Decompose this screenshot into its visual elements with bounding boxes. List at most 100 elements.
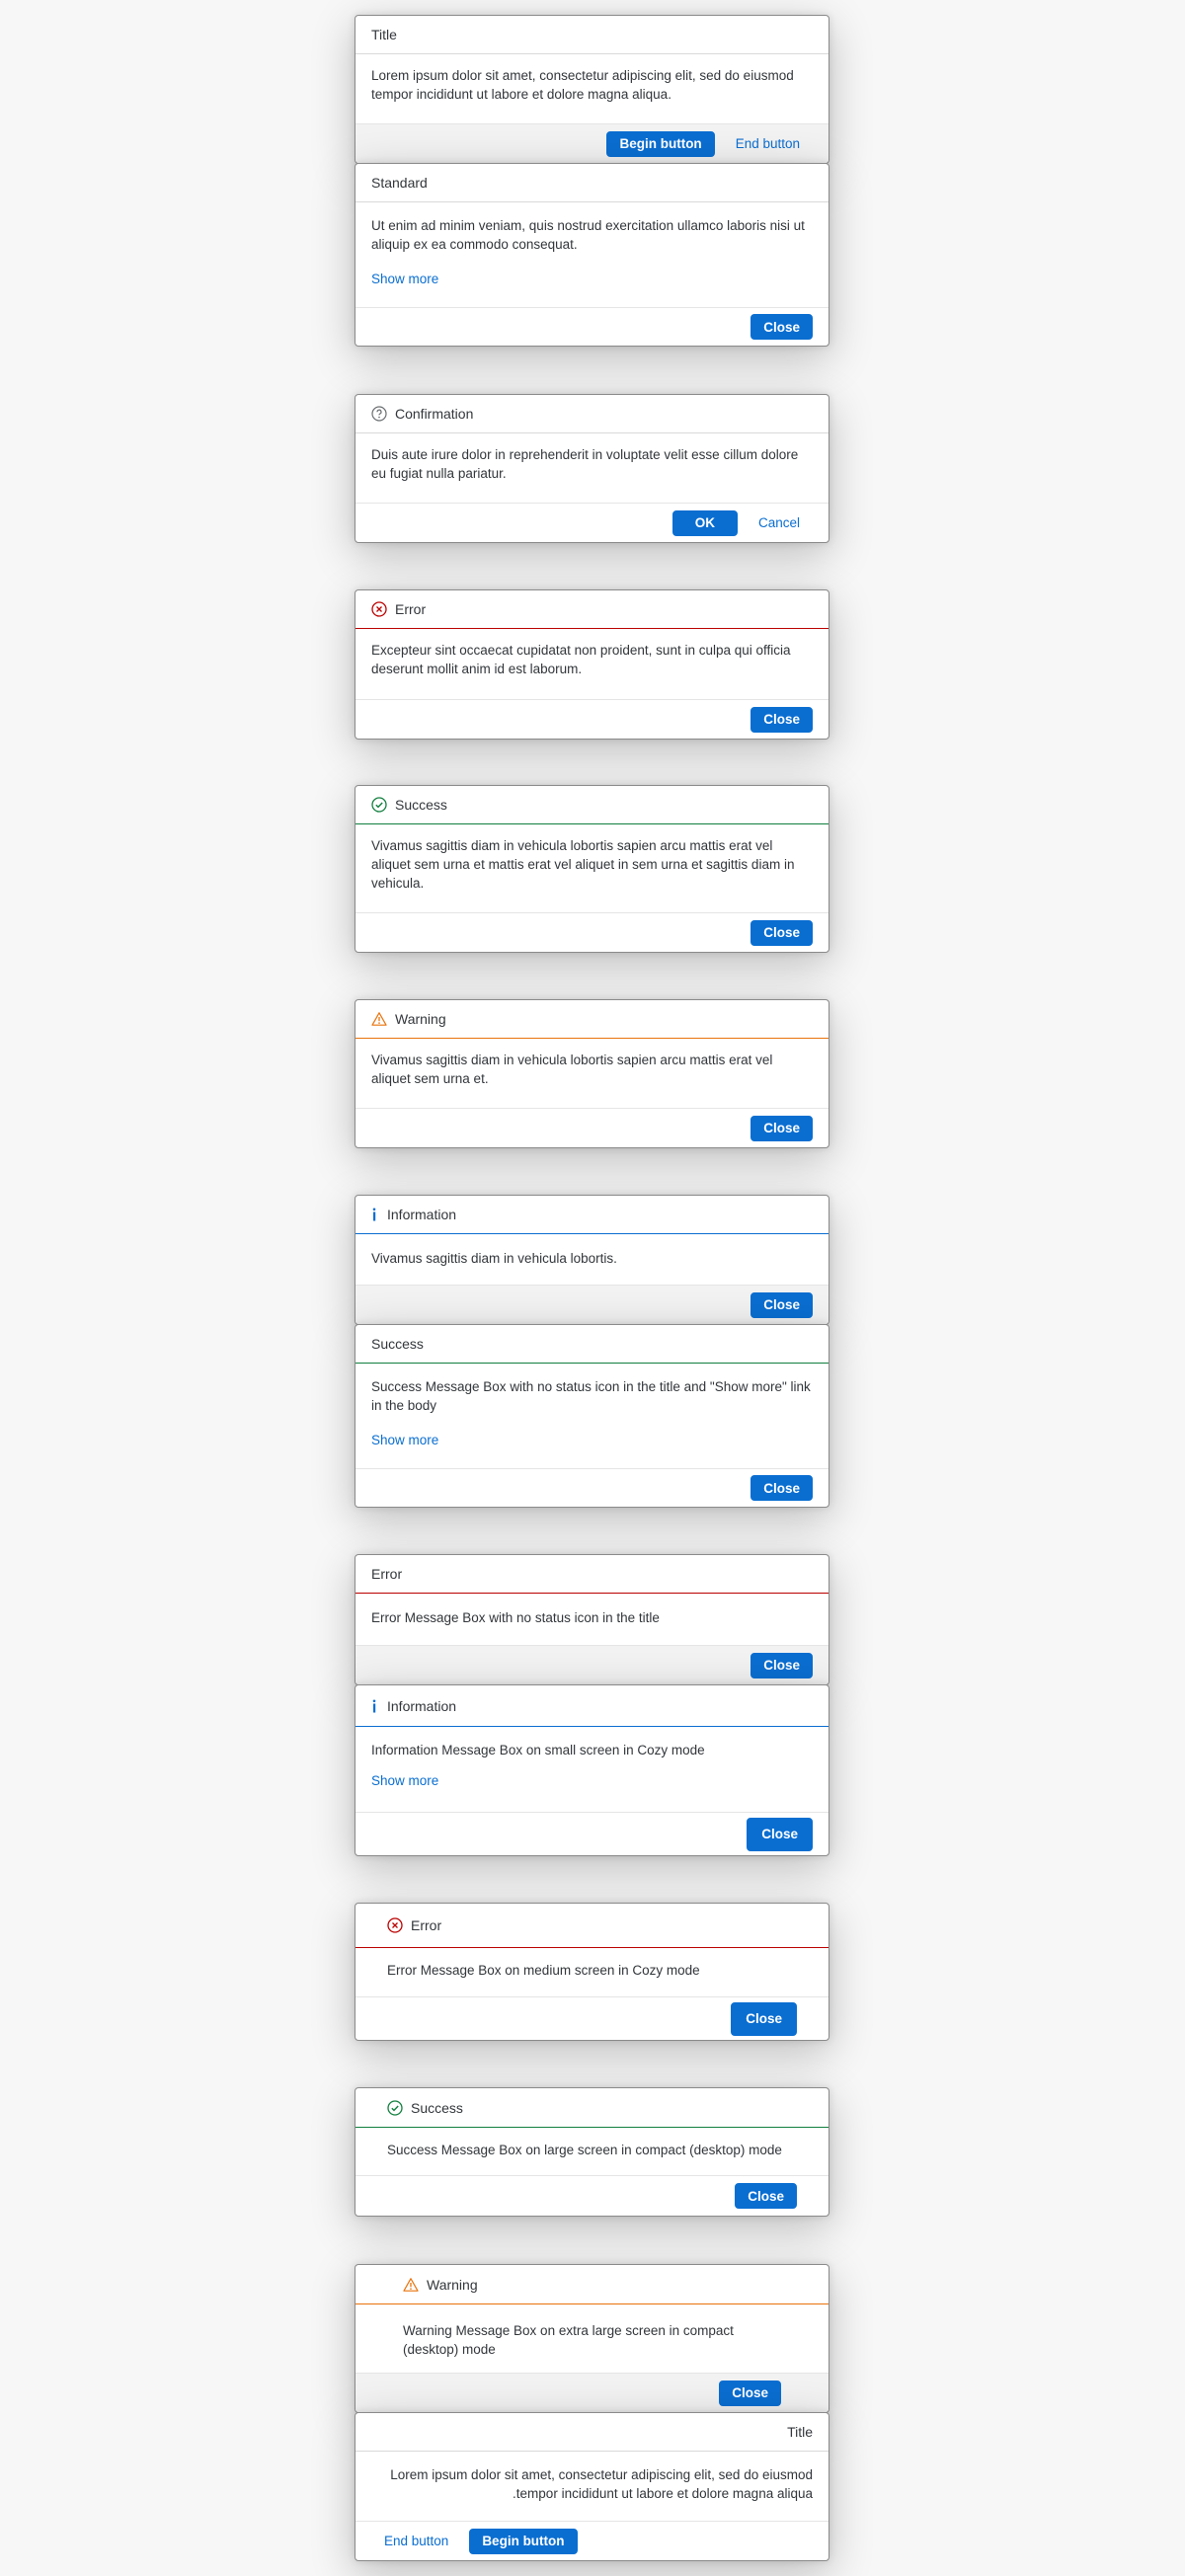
dialog-footer: Begin button End button <box>356 123 829 163</box>
end-button[interactable]: End button <box>371 2529 461 2554</box>
warning-triangle-icon <box>403 2277 419 2293</box>
dialog-body: Lorem ipsum dolor sit amet, consectetur … <box>356 2452 829 2519</box>
dialog-header: Error <box>356 590 829 629</box>
close-button[interactable]: Close <box>750 1115 813 1141</box>
dialog-footer: Close <box>356 699 829 739</box>
dialog-body: Vivamus sagittis diam in vehicula lobort… <box>371 1053 773 1086</box>
message-box-error: Error Excepteur sint occaecat cupidatat … <box>355 589 830 740</box>
dialog-header: Title <box>356 16 829 54</box>
show-more-link[interactable]: Show more <box>371 1431 813 1449</box>
message-box-error-cozy: Error Error Message Box on medium screen… <box>355 1903 830 2041</box>
dialog-body: Lorem ipsum dolor sit amet, consectetur … <box>371 68 794 102</box>
dialog-title: Error <box>371 1566 403 1582</box>
close-button[interactable]: Close <box>750 706 813 733</box>
info-icon <box>371 1207 381 1222</box>
close-button[interactable]: Close <box>750 1475 813 1501</box>
question-circle-icon <box>371 406 387 422</box>
dialog-title: Warning <box>427 2276 478 2293</box>
dialog-body: Error Message Box with no status icon in… <box>371 1610 660 1625</box>
close-button[interactable]: Close <box>731 2001 797 2036</box>
dialog-header: Error <box>356 1904 829 1948</box>
dialog-title: Standard <box>371 175 428 191</box>
close-button[interactable]: Close <box>750 919 813 946</box>
dialog-title: Success <box>371 1336 424 1352</box>
message-box-standard: Standard Ut enim ad minim veniam, quis n… <box>355 163 830 347</box>
message-box-warning: Warning Vivamus sagittis diam in vehicul… <box>355 999 830 1148</box>
close-button[interactable]: Close <box>750 1291 813 1318</box>
warning-triangle-icon <box>371 1011 387 1027</box>
success-circle-icon <box>371 797 387 813</box>
dialog-body: Warning Message Box on extra large scree… <box>403 2323 734 2357</box>
close-button[interactable]: Close <box>750 1652 813 1678</box>
dialog-footer: Close <box>356 2175 829 2216</box>
dialog-header: Information <box>356 1196 829 1234</box>
dialog-title: Error <box>395 601 427 617</box>
dialog-title: Confirmation <box>395 406 474 422</box>
message-box-confirmation: Confirmation Duis aute irure dolor in re… <box>355 394 830 543</box>
error-circle-icon <box>387 1917 403 1933</box>
message-box-error-no-icon: Error Error Message Box with no status i… <box>355 1554 830 1685</box>
message-box-success-compact: Success Success Message Box on large scr… <box>355 2087 830 2217</box>
dialog-title: Success <box>411 2099 463 2116</box>
message-box-information: Information Vivamus sagittis diam in veh… <box>355 1195 830 1325</box>
dialog-body-line: Lorem ipsum dolor sit amet, consectetur … <box>390 2467 813 2482</box>
close-button[interactable]: Close <box>719 2380 781 2406</box>
dialog-footer: Close <box>356 1285 829 1324</box>
dialog-footer: Close <box>356 1812 829 1855</box>
show-more-link[interactable]: Show more <box>371 270 813 288</box>
dialog-body: Excepteur sint occaecat cupidatat non pr… <box>371 643 791 676</box>
end-button[interactable]: End button <box>723 131 813 157</box>
dialog-footer: Close <box>356 1996 829 2040</box>
dialog-header: Warning <box>356 1000 829 1039</box>
dialog-body: Ut enim ad minim veniam, quis nostrud ex… <box>356 202 829 304</box>
show-more-link[interactable]: Show more <box>371 1771 813 1790</box>
dialog-body-text: Success Message Box with no status icon … <box>371 1379 811 1413</box>
dialog-title: Success <box>395 797 447 813</box>
dialog-footer: Close <box>356 1645 829 1684</box>
dialog-footer: Close <box>356 307 829 346</box>
message-box-success: Success Vivamus sagittis diam in vehicul… <box>355 785 830 953</box>
dialog-body: Information Message Box on small screen … <box>356 1727 829 1806</box>
dialog-header: Warning <box>356 2265 829 2304</box>
cancel-button[interactable]: Cancel <box>746 510 813 536</box>
ok-button[interactable]: OK <box>672 509 738 536</box>
dialog-footer: Close <box>356 912 829 952</box>
dialog-header: Information <box>356 1685 829 1727</box>
dialog-body: Vivamus sagittis diam in vehicula lobort… <box>371 838 795 891</box>
dialog-body: Vivamus sagittis diam in vehicula lobort… <box>371 1251 617 1266</box>
dialog-body-line: .tempor incididunt ut labore et dolore m… <box>513 2486 813 2501</box>
dialog-header: Success <box>356 2088 829 2128</box>
close-button[interactable]: Close <box>750 314 813 340</box>
dialog-title: Error <box>411 1917 442 1933</box>
dialog-body: Success Message Box on large screen in c… <box>387 2143 782 2157</box>
dialog-header: Confirmation <box>356 395 829 433</box>
dialog-body: Duis aute irure dolor in reprehenderit i… <box>371 447 799 481</box>
close-button[interactable]: Close <box>747 1817 813 1851</box>
message-box-information-cozy: Information Information Message Box on s… <box>355 1684 830 1856</box>
dialog-footer: OK Cancel <box>356 503 829 542</box>
success-circle-icon <box>387 2099 403 2116</box>
close-button[interactable]: Close <box>735 2183 797 2209</box>
dialog-footer: Close <box>356 1108 829 1147</box>
dialog-footer: End button Begin button <box>356 2521 829 2560</box>
dialog-body: Success Message Box with no status icon … <box>356 1364 829 1465</box>
dialog-title: Title <box>371 27 397 42</box>
error-circle-icon <box>371 601 387 617</box>
dialog-header: Error <box>356 1555 829 1594</box>
message-box-warning-compact: Warning Warning Message Box on extra lar… <box>355 2264 830 2413</box>
dialog-body-text: Ut enim ad minim veniam, quis nostrud ex… <box>371 218 805 252</box>
dialog-title: Information <box>387 1207 457 1222</box>
dialog-header: Success <box>356 786 829 824</box>
dialog-title: Title <box>787 2424 813 2440</box>
dialog-footer: Close <box>356 2373 829 2412</box>
message-box-title-rtl: Title Lorem ipsum dolor sit amet, consec… <box>355 2412 830 2561</box>
dialog-title: Information <box>387 1697 457 1714</box>
dialog-header: Success <box>356 1325 829 1364</box>
dialog-body-text: Information Message Box on small screen … <box>371 1743 705 1757</box>
begin-button[interactable]: Begin button <box>606 130 715 157</box>
info-icon <box>371 1698 381 1714</box>
dialog-header: Standard <box>356 164 829 202</box>
message-box-success-no-icon: Success Success Message Box with no stat… <box>355 1324 830 1508</box>
begin-button[interactable]: Begin button <box>469 2528 578 2554</box>
dialog-title: Warning <box>395 1011 446 1027</box>
